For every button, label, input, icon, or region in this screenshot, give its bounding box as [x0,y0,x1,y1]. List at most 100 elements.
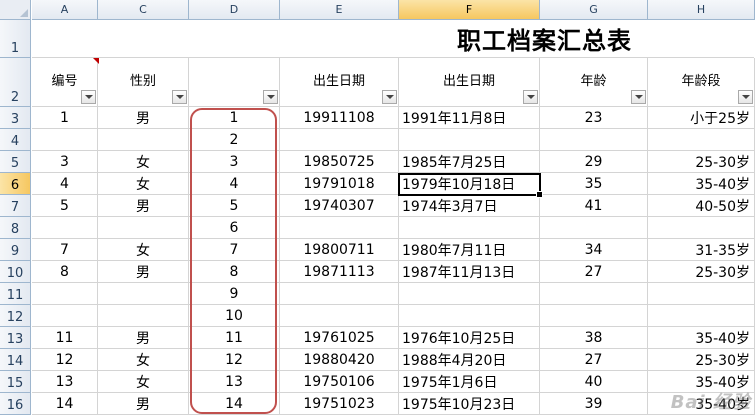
cell-a7[interactable]: 5 [32,195,98,217]
cell-f4[interactable] [399,129,540,151]
cell-d4[interactable]: 2 [189,129,280,151]
cell-e13[interactable]: 19761025 [280,327,399,349]
cell-h6[interactable]: 35-40岁 [648,173,755,195]
cell-g14[interactable]: 27 [540,349,648,371]
cell-f13[interactable]: 1976年10月25日 [399,327,540,349]
cell-g10[interactable]: 27 [540,261,648,283]
cell-e16[interactable]: 19751023 [280,393,399,415]
cell-a11[interactable] [32,283,98,305]
column-header-g[interactable]: G [540,0,648,20]
row-header-15[interactable]: 15 [0,371,31,393]
column-header-f[interactable]: F [399,0,540,20]
row-header-1[interactable]: 1 [0,20,31,58]
cell-a4[interactable] [32,129,98,151]
select-all-corner[interactable] [0,0,31,20]
cell-h12[interactable] [648,305,755,327]
row-header-16[interactable]: 16 [0,393,31,415]
cell-c5[interactable]: 女 [98,151,189,173]
cell-d7[interactable]: 5 [189,195,280,217]
cell-g3[interactable]: 23 [540,107,648,129]
header-cell-f[interactable]: 出生日期 [399,58,540,107]
cell-a6[interactable]: 4 [32,173,98,195]
cell-d9[interactable]: 7 [189,239,280,261]
cell-h14[interactable]: 25-30岁 [648,349,755,371]
cell-e11[interactable] [280,283,399,305]
cell-f11[interactable] [399,283,540,305]
row-header-12[interactable]: 12 [0,305,31,327]
cell-e14[interactable]: 19880420 [280,349,399,371]
comment-indicator[interactable] [93,58,99,64]
row-header-6[interactable]: 6 [0,173,31,195]
cell-g7[interactable]: 41 [540,195,648,217]
row-header-7[interactable]: 7 [0,195,31,217]
cell-h8[interactable] [648,217,755,239]
filter-dropdown-icon[interactable] [263,90,278,104]
cell-g15[interactable]: 40 [540,371,648,393]
column-header-c[interactable]: C [98,0,189,20]
cell-f15[interactable]: 1975年1月6日 [399,371,540,393]
cell-e5[interactable]: 19850725 [280,151,399,173]
cell-e15[interactable]: 19750106 [280,371,399,393]
cell-d5[interactable]: 3 [189,151,280,173]
cell-h10[interactable]: 25-30岁 [648,261,755,283]
cell-g9[interactable]: 34 [540,239,648,261]
cell-f8[interactable] [399,217,540,239]
cell-f6[interactable]: 1979年10月18日 [399,173,540,195]
cell-a5[interactable]: 3 [32,151,98,173]
cell-h4[interactable] [648,129,755,151]
row-header-5[interactable]: 5 [0,151,31,173]
cell-h11[interactable] [648,283,755,305]
cell-d8[interactable]: 6 [189,217,280,239]
row-header-3[interactable]: 3 [0,107,31,129]
cell-c13[interactable]: 男 [98,327,189,349]
cell-f5[interactable]: 1985年7月25日 [399,151,540,173]
cell-c12[interactable] [98,305,189,327]
cell-f14[interactable]: 1988年4月20日 [399,349,540,371]
cell-f10[interactable]: 1987年11月13日 [399,261,540,283]
row-header-11[interactable]: 11 [0,283,31,305]
cell-c11[interactable] [98,283,189,305]
sheet-title[interactable]: 职工档案汇总表 [32,20,754,58]
filter-dropdown-icon[interactable] [631,90,646,104]
filter-dropdown-icon[interactable] [172,90,187,104]
cell-e12[interactable] [280,305,399,327]
filter-dropdown-icon[interactable] [382,90,397,104]
cell-a3[interactable]: 1 [32,107,98,129]
cell-c3[interactable]: 男 [98,107,189,129]
cell-c14[interactable]: 女 [98,349,189,371]
cell-c10[interactable]: 男 [98,261,189,283]
cell-h7[interactable]: 40-50岁 [648,195,755,217]
cell-h9[interactable]: 31-35岁 [648,239,755,261]
row-header-9[interactable]: 9 [0,239,31,261]
cell-c15[interactable]: 女 [98,371,189,393]
cell-g6[interactable]: 35 [540,173,648,195]
cell-g13[interactable]: 38 [540,327,648,349]
cell-g11[interactable] [540,283,648,305]
row-header-10[interactable]: 10 [0,261,31,283]
column-header-h[interactable]: H [648,0,755,20]
column-header-a[interactable]: A [32,0,98,20]
cell-a12[interactable] [32,305,98,327]
cell-c9[interactable]: 女 [98,239,189,261]
cell-d10[interactable]: 8 [189,261,280,283]
row-header-4[interactable]: 4 [0,129,31,151]
cell-e4[interactable] [280,129,399,151]
cell-g8[interactable] [540,217,648,239]
row-header-2[interactable]: 2 [0,58,31,107]
cell-f3[interactable]: 1991年11月8日 [399,107,540,129]
cell-g5[interactable]: 29 [540,151,648,173]
cell-d12[interactable]: 10 [189,305,280,327]
cell-d14[interactable]: 12 [189,349,280,371]
row-header-13[interactable]: 13 [0,327,31,349]
filter-dropdown-icon[interactable] [738,90,753,104]
cell-c7[interactable]: 男 [98,195,189,217]
cell-f12[interactable] [399,305,540,327]
cell-a8[interactable] [32,217,98,239]
cell-d6[interactable]: 4 [189,173,280,195]
cell-f16[interactable]: 1975年10月23日 [399,393,540,415]
cell-e9[interactable]: 19800711 [280,239,399,261]
cell-a13[interactable]: 11 [32,327,98,349]
cell-h3[interactable]: 小于25岁 [648,107,755,129]
filter-dropdown-icon[interactable] [523,90,538,104]
row-header-14[interactable]: 14 [0,349,31,371]
